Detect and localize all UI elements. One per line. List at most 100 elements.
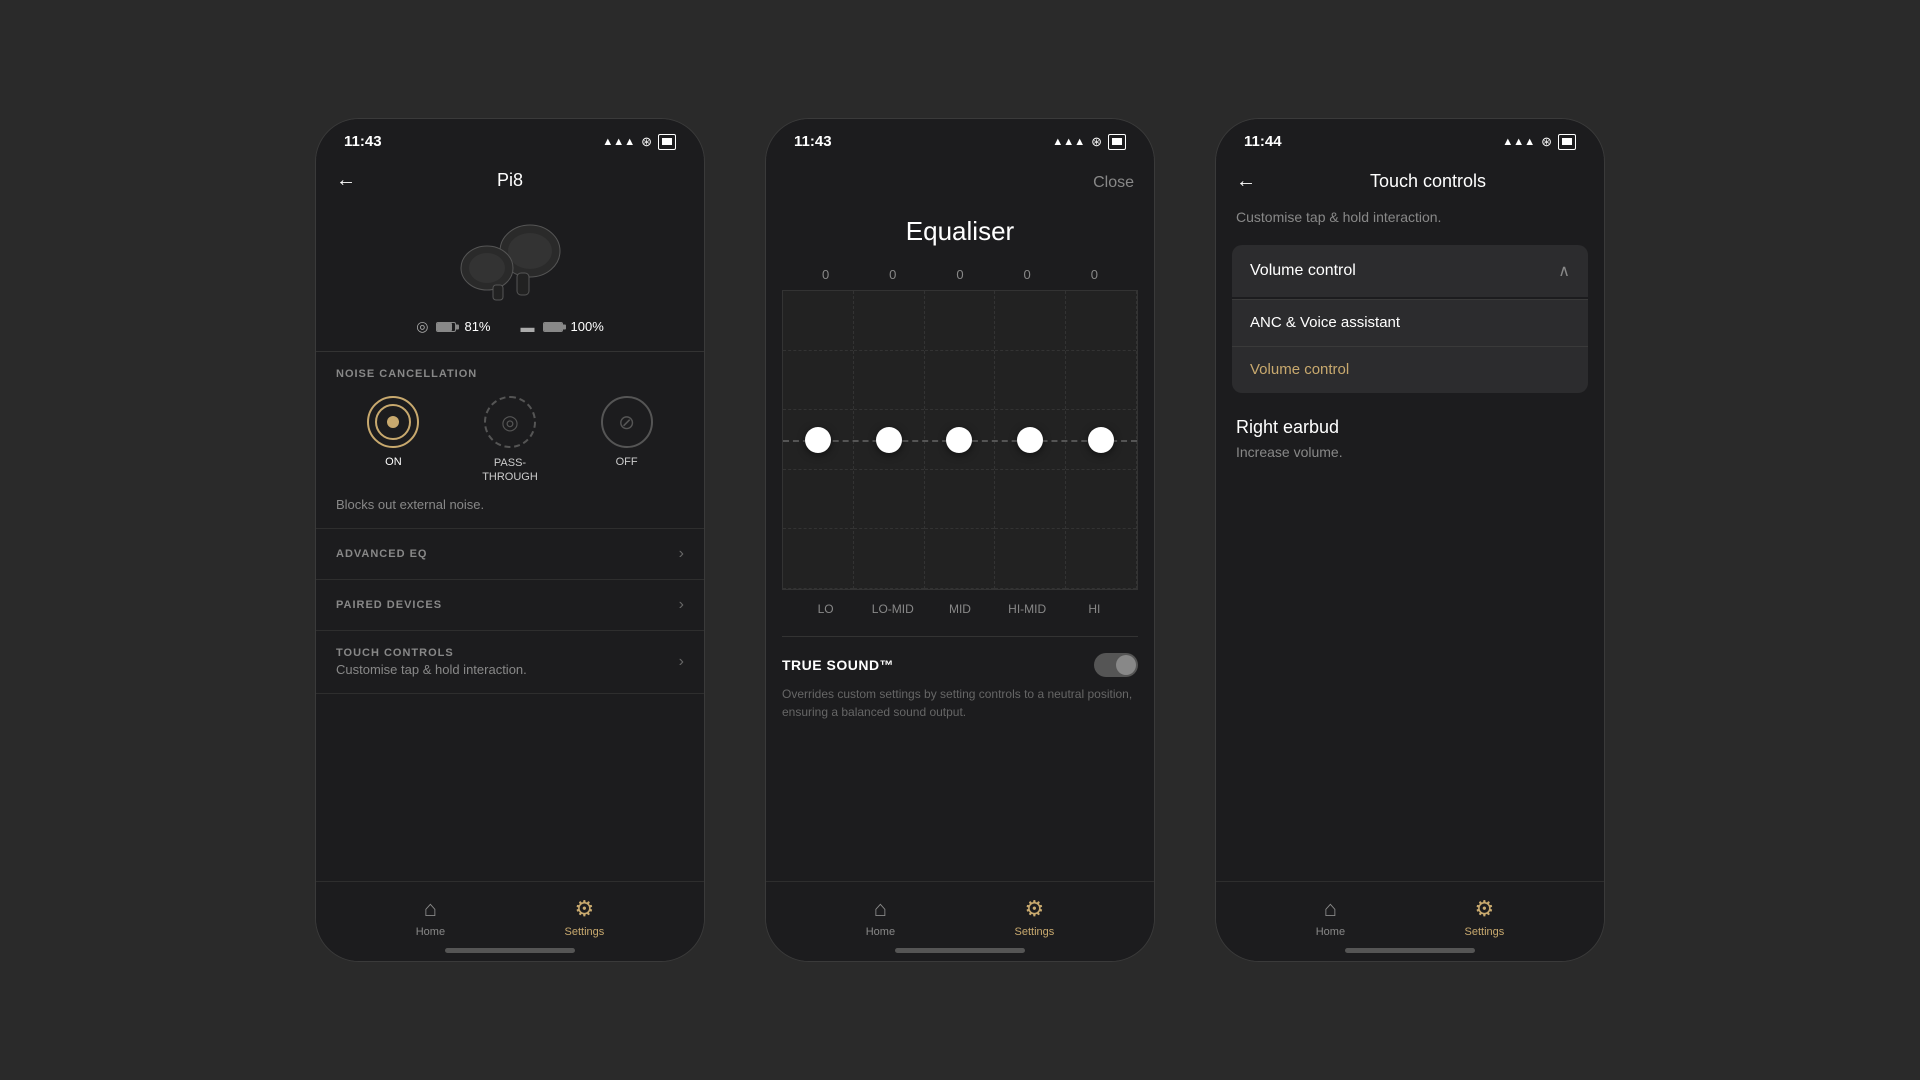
- eq-handle-5[interactable]: [1088, 427, 1114, 453]
- eq-handle-4[interactable]: [1017, 427, 1043, 453]
- eq-val-lo: 0: [801, 267, 851, 282]
- battery-pct-left: 81%: [464, 319, 490, 334]
- dropdown-menu: ANC & Voice assistant Volume control: [1232, 299, 1588, 393]
- home-indicator-1: [445, 948, 575, 953]
- home-icon-3: ⌂: [1324, 896, 1337, 922]
- true-sound-label: TRUE SOUND™: [782, 657, 894, 673]
- anc-passthrough-label: PASS- THROUGH: [482, 456, 538, 485]
- time-2: 11:43: [794, 133, 832, 150]
- status-icons-2: ▲▲▲ ⊛: [1052, 134, 1126, 150]
- touch-controls-chevron: ›: [679, 653, 684, 671]
- earbud-icon-left: ◎: [416, 318, 428, 335]
- nav-settings-2[interactable]: ⚙ Settings: [1015, 896, 1055, 938]
- nav-home-1[interactable]: ⌂ Home: [416, 896, 445, 938]
- home-icon-1: ⌂: [424, 896, 437, 922]
- settings-icon-1: ⚙: [575, 896, 595, 922]
- paired-devices-label: PAIRED DEVICES: [336, 599, 442, 611]
- page-title-3: Touch controls: [1272, 171, 1584, 192]
- eq-row-4: [783, 470, 853, 530]
- eq-values-row: 0 0 0 0 0: [782, 267, 1138, 282]
- close-label: Close: [1093, 174, 1134, 191]
- eq-label-mid: MID: [935, 602, 985, 616]
- wifi-icon-3: ⊛: [1541, 134, 1552, 150]
- status-bar-2: 11:43 ▲▲▲ ⊛: [766, 119, 1154, 158]
- touch-controls-subtitle: Customise tap & hold interaction.: [1216, 205, 1604, 245]
- equaliser-title: Equaliser: [766, 200, 1154, 267]
- dropdown-button[interactable]: Volume control ∧: [1232, 245, 1588, 297]
- s1-header: ← Pi8: [316, 158, 704, 203]
- eq-row-1: [783, 291, 853, 351]
- battery-icon-2: [1108, 134, 1126, 150]
- eq-label-hi: HI: [1069, 602, 1119, 616]
- nav-home-2[interactable]: ⌂ Home: [866, 896, 895, 938]
- dropdown-option-volume[interactable]: Volume control: [1232, 346, 1588, 393]
- nav-home-label-1: Home: [416, 926, 445, 938]
- wifi-icon-2: ⊛: [1091, 134, 1102, 150]
- right-earbud-title: Right earbud: [1236, 417, 1584, 438]
- true-sound-desc: Overrides custom settings by setting con…: [782, 685, 1138, 721]
- anc-on-circle: [367, 396, 419, 448]
- nav-settings-label-2: Settings: [1015, 926, 1055, 938]
- wifi-icon: ⊛: [641, 134, 652, 150]
- back-button-1[interactable]: ←: [336, 169, 356, 192]
- dropdown-label: Volume control: [1250, 262, 1356, 280]
- eq-row-2: [783, 351, 853, 411]
- back-button-3[interactable]: ←: [1236, 170, 1256, 193]
- right-earbud-battery: ▬ 100%: [521, 318, 604, 335]
- settings-icon-3: ⚙: [1475, 896, 1495, 922]
- eq-val-hi: 0: [1069, 267, 1119, 282]
- advanced-eq-row[interactable]: ADVANCED EQ ›: [316, 529, 704, 580]
- true-sound-toggle[interactable]: [1094, 653, 1138, 677]
- chevron-up-icon: ∧: [1558, 261, 1570, 281]
- eq-handle-3[interactable]: [946, 427, 972, 453]
- status-icons-1: ▲▲▲ ⊛: [602, 134, 676, 150]
- anc-on-label: ON: [385, 456, 402, 468]
- nav-home-3[interactable]: ⌂ Home: [1316, 896, 1345, 938]
- nav-settings-1[interactable]: ⚙ Settings: [565, 896, 605, 938]
- phone-1: 11:43 ▲▲▲ ⊛ ← Pi8: [315, 118, 705, 962]
- right-earbud-section: Right earbud Increase volume.: [1216, 393, 1604, 460]
- battery-status: ◎ 81% ▬ 100%: [316, 318, 704, 351]
- eq-handle-2[interactable]: [876, 427, 902, 453]
- home-icon-2: ⌂: [874, 896, 887, 922]
- noise-cancellation-section: NOISE CANCELLATION ON ◎ PASS- THROUGH: [316, 352, 704, 529]
- nav-settings-3[interactable]: ⚙ Settings: [1465, 896, 1505, 938]
- anc-off-circle: ⊘: [601, 396, 653, 448]
- toggle-knob: [1116, 655, 1136, 675]
- status-bar-3: 11:44 ▲▲▲ ⊛: [1216, 119, 1604, 158]
- true-sound-section: TRUE SOUND™ Overrides custom settings by…: [782, 636, 1138, 737]
- page-title-1: Pi8: [497, 170, 523, 191]
- signal-icon-3: ▲▲▲: [1502, 136, 1535, 148]
- settings-icon-2: ⚙: [1025, 896, 1045, 922]
- anc-passthrough-circle: ◎: [484, 396, 536, 448]
- battery-bar-left: [436, 322, 456, 332]
- time-1: 11:43: [344, 133, 382, 150]
- eq-label-lo: LO: [801, 602, 851, 616]
- dropdown-option-anc-label: ANC & Voice assistant: [1250, 314, 1400, 331]
- home-indicator-3: [1345, 948, 1475, 953]
- battery-bar-right: [543, 322, 563, 332]
- case-icon: ▬: [521, 319, 535, 335]
- touch-controls-row[interactable]: TOUCH CONTROLS Customise tap & hold inte…: [316, 631, 704, 694]
- phone-3: 11:44 ▲▲▲ ⊛ ← Touch controls Customise t…: [1215, 118, 1605, 962]
- eq-handle-1[interactable]: [805, 427, 831, 453]
- anc-status-text: Blocks out external noise.: [336, 497, 684, 512]
- anc-on-option[interactable]: ON: [367, 396, 419, 485]
- touch-controls-label: TOUCH CONTROLS: [336, 647, 527, 659]
- anc-passthrough-option[interactable]: ◎ PASS- THROUGH: [482, 396, 538, 485]
- advanced-eq-chevron: ›: [679, 545, 684, 563]
- home-indicator-2: [895, 948, 1025, 953]
- status-icons-3: ▲▲▲ ⊛: [1502, 134, 1576, 150]
- paired-devices-row[interactable]: PAIRED DEVICES ›: [316, 580, 704, 631]
- eq-label-lomid: LO-MID: [868, 602, 918, 616]
- advanced-eq-label: ADVANCED EQ: [336, 548, 427, 560]
- anc-options: ON ◎ PASS- THROUGH ⊘ OFF: [336, 396, 684, 485]
- eq-val-himid: 0: [1002, 267, 1052, 282]
- nav-home-label-2: Home: [866, 926, 895, 938]
- nav-home-label-3: Home: [1316, 926, 1345, 938]
- dropdown-option-anc[interactable]: ANC & Voice assistant: [1232, 299, 1588, 346]
- close-button[interactable]: Close: [766, 158, 1154, 200]
- nav-settings-label-3: Settings: [1465, 926, 1505, 938]
- eq-val-lomid: 0: [868, 267, 918, 282]
- anc-off-option[interactable]: ⊘ OFF: [601, 396, 653, 485]
